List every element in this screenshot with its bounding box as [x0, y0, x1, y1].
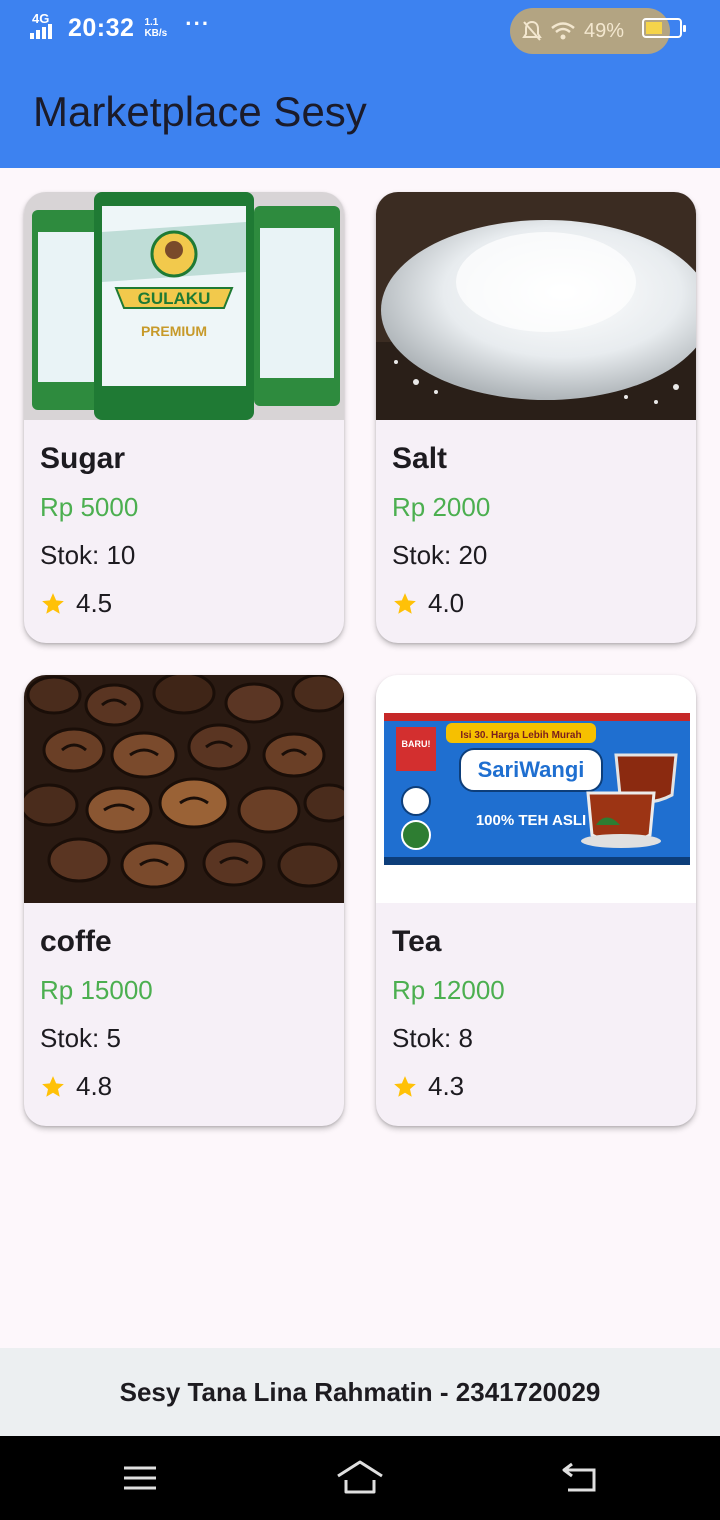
footer-text: Sesy Tana Lina Rahmatin - 2341720029 [119, 1376, 601, 1407]
product-card-tea[interactable]: BARU! Isi 30. Harga Lebih Murah SariWang… [376, 675, 696, 1126]
wifi-icon [551, 22, 575, 40]
product-name: Sugar [40, 442, 126, 475]
product-rating: 4.3 [392, 1071, 680, 1102]
product-rating: 4.5 [40, 588, 328, 619]
rating-value: 4.8 [76, 1071, 113, 1101]
star-icon [42, 592, 64, 614]
product-price: Rp 15000 [40, 975, 153, 1005]
product-image-sugar: GULAKU PREMIUM [24, 192, 344, 420]
star-icon [394, 592, 416, 614]
tea-brand-text: SariWangi [478, 757, 585, 782]
app-bar: Marketplace Sesy [0, 56, 720, 168]
sugar-brand-text: GULAKU [138, 289, 211, 308]
tea-tagline-text: 100% TEH ASLI [476, 812, 586, 829]
network-speed: 1.1 KB/s [144, 17, 167, 39]
product-image-salt [376, 192, 696, 420]
system-nav-bar [0, 1436, 720, 1520]
sugar-grade-text: PREMIUM [141, 323, 207, 339]
page-title: Marketplace Sesy [33, 88, 367, 135]
product-name: Tea [392, 925, 442, 958]
home-icon[interactable] [336, 1458, 384, 1498]
product-grid: GULAKU PREMIUM Sugar Rp 5000 Stok: 10 4.… [24, 192, 696, 1126]
product-price: Rp 2000 [392, 492, 491, 522]
battery-icon [642, 18, 686, 38]
product-price: Rp 5000 [40, 492, 139, 522]
speed-value: 1.1 [144, 17, 159, 28]
star-icon [42, 1075, 64, 1097]
more-notifications-icon: ··· [185, 11, 211, 36]
product-name: coffe [40, 925, 112, 958]
menu-icon[interactable] [118, 1458, 162, 1498]
mute-bell-icon [522, 20, 542, 41]
rating-value: 4.5 [76, 588, 113, 618]
product-card-salt[interactable]: Salt Rp 2000 Stok: 20 4.0 [376, 192, 696, 643]
status-time: 20:32 [68, 13, 135, 42]
product-card-coffe[interactable]: coffe Rp 15000 Stok: 5 4.8 [24, 675, 344, 1126]
product-name: Salt [392, 442, 448, 475]
battery-percent: 49% [584, 19, 625, 42]
product-image-tea: BARU! Isi 30. Harga Lebih Murah SariWang… [376, 675, 696, 903]
footer: Sesy Tana Lina Rahmatin - 2341720029 [0, 1348, 720, 1436]
product-stock: Stok: 10 [40, 540, 136, 570]
rating-value: 4.3 [428, 1071, 465, 1101]
tea-badge-text: BARU! [402, 739, 431, 749]
product-stock: Stok: 5 [40, 1023, 121, 1053]
product-rating: 4.0 [392, 588, 680, 619]
back-icon[interactable] [558, 1458, 602, 1498]
speed-unit: KB/s [144, 28, 168, 39]
product-stock: Stok: 20 [392, 540, 488, 570]
product-stock: Stok: 8 [392, 1023, 473, 1053]
product-image-coffee [24, 675, 344, 903]
product-price: Rp 12000 [392, 975, 505, 1005]
tea-promo-text: Isi 30. Harga Lebih Murah [460, 730, 581, 741]
star-icon [394, 1075, 416, 1097]
product-rating: 4.8 [40, 1071, 328, 1102]
status-bar: 4G 20:32 1.1 KB/s ··· 49% [0, 0, 720, 56]
signal-icon: 4G [30, 11, 60, 41]
product-card-sugar[interactable]: GULAKU PREMIUM Sugar Rp 5000 Stok: 10 4.… [24, 192, 344, 643]
rating-value: 4.0 [428, 588, 465, 618]
